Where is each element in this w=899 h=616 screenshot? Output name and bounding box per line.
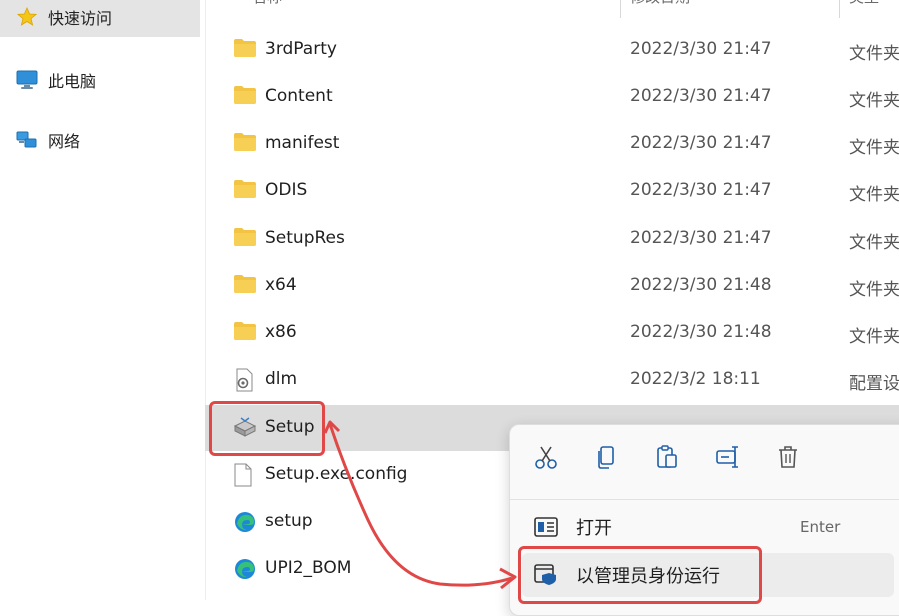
sidebar-item-label: 此电脑 — [48, 72, 97, 91]
folder-icon — [233, 227, 257, 249]
sidebar-item-label: 快速访问 — [48, 9, 113, 28]
file-date: 2022/3/30 21:47 — [630, 180, 772, 200]
monitor-icon — [16, 69, 38, 91]
copy-icon — [593, 444, 619, 474]
file-date: 2022/3/30 21:47 — [630, 133, 772, 153]
column-header-name[interactable]: 名称 — [252, 0, 282, 12]
rename-icon — [715, 444, 741, 474]
file-row[interactable]: x64 2022/3/30 21:48 文件夹 — [205, 263, 899, 309]
file-row[interactable]: dlm 2022/3/2 18:11 配置设 — [205, 357, 899, 403]
file-name: UPI2_BOM — [265, 558, 352, 578]
star-icon — [16, 6, 38, 28]
copy-button[interactable] — [590, 443, 622, 475]
file-date: 2022/3/30 21:47 — [630, 228, 772, 248]
annotation-box-setup — [209, 401, 325, 456]
paste-icon — [654, 444, 680, 474]
file-name: x64 — [265, 275, 297, 295]
folder-icon — [233, 132, 257, 154]
rename-button[interactable] — [712, 443, 744, 475]
config-file-icon — [233, 368, 257, 392]
file-name: manifest — [265, 133, 340, 153]
menu-item-label: 打开 — [576, 518, 612, 539]
file-date: 2022/3/30 21:48 — [630, 322, 772, 342]
file-name: Content — [265, 86, 333, 106]
file-name: dlm — [265, 369, 298, 389]
folder-icon — [233, 321, 257, 343]
file-name: Setup.exe.config — [265, 464, 408, 484]
open-icon — [534, 515, 558, 539]
paste-button[interactable] — [651, 443, 683, 475]
file-type: 文件夹 — [849, 44, 899, 64]
file-type: 文件夹 — [849, 280, 899, 300]
column-separator[interactable] — [839, 0, 840, 18]
file-name: setup — [265, 511, 313, 531]
cut-button[interactable] — [530, 443, 562, 475]
edge-icon — [233, 510, 257, 532]
file-type: 文件夹 — [849, 138, 899, 158]
menu-item-shortcut: Enter — [800, 518, 841, 536]
file-row[interactable]: SetupRes 2022/3/30 21:47 文件夹 — [205, 216, 899, 262]
file-row[interactable]: manifest 2022/3/30 21:47 文件夹 — [205, 121, 899, 167]
navigation-pane: 快速访问 此电脑 网络 — [0, 0, 206, 600]
folder-icon — [233, 85, 257, 107]
file-date: 2022/3/2 18:11 — [630, 369, 761, 389]
column-separator[interactable] — [620, 0, 621, 18]
file-date: 2022/3/30 21:47 — [630, 39, 772, 59]
delete-button[interactable] — [772, 443, 804, 475]
file-row[interactable]: 3rdParty 2022/3/30 21:47 文件夹 — [205, 27, 899, 73]
file-type: 文件夹 — [849, 91, 899, 111]
file-name: 3rdParty — [265, 39, 337, 59]
sidebar-item-network[interactable]: 网络 — [0, 120, 200, 160]
file-name: x86 — [265, 322, 297, 342]
document-icon — [233, 463, 257, 487]
scissors-icon — [533, 444, 559, 474]
file-date: 2022/3/30 21:48 — [630, 275, 772, 295]
file-row[interactable]: x86 2022/3/30 21:48 文件夹 — [205, 310, 899, 356]
folder-icon — [233, 38, 257, 60]
edge-icon — [233, 557, 257, 579]
file-row[interactable]: ODIS 2022/3/30 21:47 文件夹 — [205, 168, 899, 214]
sidebar-item-quick-access[interactable]: 快速访问 — [0, 0, 200, 37]
sidebar-item-this-pc[interactable]: 此电脑 — [0, 60, 200, 100]
file-type: 配置设 — [849, 374, 899, 394]
file-name: SetupRes — [265, 228, 345, 248]
network-icon — [16, 129, 38, 151]
trash-icon — [775, 444, 801, 474]
folder-icon — [233, 274, 257, 296]
file-date: 2022/3/30 21:47 — [630, 86, 772, 106]
file-type: 文件夹 — [849, 185, 899, 205]
annotation-box-run-as-admin — [518, 546, 762, 604]
file-name: ODIS — [265, 180, 308, 200]
column-header-type[interactable]: 类型 — [849, 0, 879, 12]
column-header-date[interactable]: 修改日期 — [630, 0, 690, 12]
file-type: 文件夹 — [849, 327, 899, 347]
folder-icon — [233, 179, 257, 201]
file-type: 文件夹 — [849, 233, 899, 253]
file-row[interactable]: Content 2022/3/30 21:47 文件夹 — [205, 74, 899, 120]
sidebar-item-label: 网络 — [48, 132, 81, 151]
menu-item-open[interactable]: 打开 Enter — [522, 505, 894, 549]
menu-divider — [510, 499, 899, 500]
